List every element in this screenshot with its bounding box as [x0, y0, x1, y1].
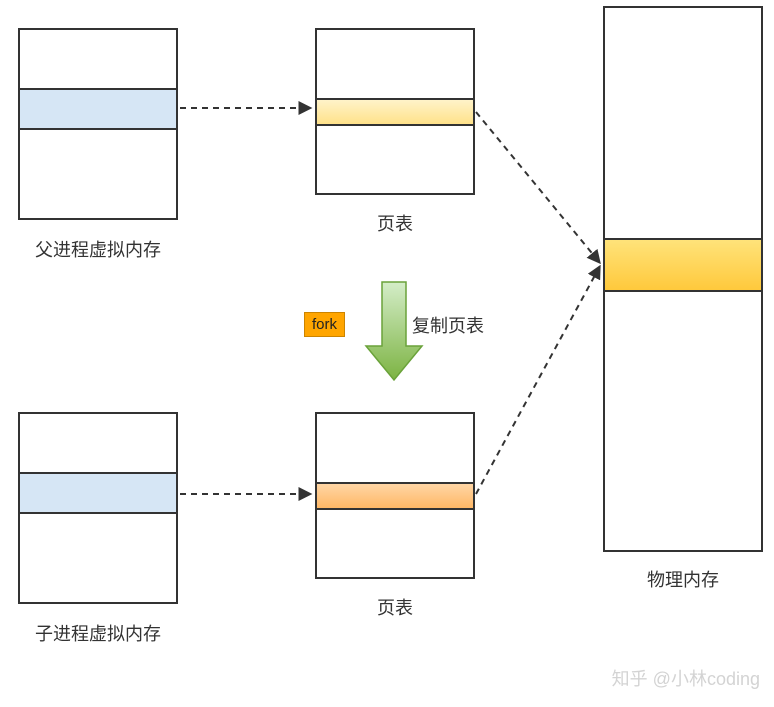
fork-badge: fork — [304, 312, 345, 337]
parent-vm-label: 父进程虚拟内存 — [18, 236, 178, 262]
watermark: 知乎 @小林coding — [612, 665, 760, 691]
child-vm-label: 子进程虚拟内存 — [18, 620, 178, 646]
parent-vm-box — [18, 28, 178, 220]
parent-vm-band — [20, 88, 176, 130]
child-vm-band — [20, 472, 176, 514]
copy-pt-label: 复制页表 — [412, 312, 502, 338]
physical-mem-label: 物理内存 — [603, 566, 763, 592]
child-vm-box — [18, 412, 178, 604]
page-table-bottom-box — [315, 412, 475, 579]
physical-mem-box — [603, 6, 763, 552]
page-table-top-label: 页表 — [315, 210, 475, 236]
page-table-bottom-band — [317, 482, 473, 510]
page-table-top-box — [315, 28, 475, 195]
page-table-bottom-label: 页表 — [315, 594, 475, 620]
arrow-pt-bottom-to-phys — [476, 266, 600, 494]
arrow-pt-top-to-phys — [476, 112, 600, 263]
page-table-top-band — [317, 98, 473, 126]
physical-mem-band — [605, 238, 761, 292]
